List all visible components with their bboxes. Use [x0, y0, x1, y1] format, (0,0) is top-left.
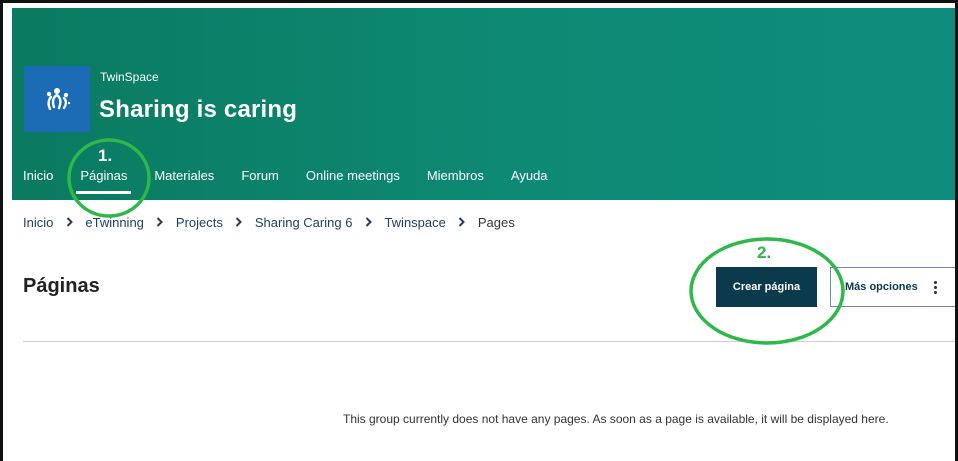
breadcrumb-item-pages: Pages — [477, 215, 515, 230]
breadcrumb-item-twinspace[interactable]: Twinspace — [384, 215, 445, 230]
nav-item-materiales[interactable]: Materiales — [154, 168, 214, 194]
nav-item-inicio[interactable]: Inicio — [23, 168, 53, 194]
nav-item-ayuda[interactable]: Ayuda — [511, 168, 548, 194]
site-label: TwinSpace — [100, 70, 159, 84]
chevron-right-icon — [363, 215, 373, 230]
annotation-label-2: 2. — [757, 243, 772, 262]
chevron-right-icon — [155, 215, 165, 230]
chevron-right-icon — [457, 215, 467, 230]
nav-item-forum[interactable]: Forum — [241, 168, 279, 194]
nav-item-miembros[interactable]: Miembros — [427, 168, 484, 194]
page-title: Páginas — [23, 275, 100, 297]
empty-state-message: This group currently does not have any p… — [343, 412, 889, 426]
breadcrumb-item-sharing-caring[interactable]: Sharing Caring 6 — [255, 215, 353, 230]
chevron-right-icon — [64, 215, 74, 230]
kebab-menu-icon — [933, 280, 937, 294]
breadcrumb-item-etwinning[interactable]: eTwinning — [85, 215, 144, 230]
browser-frame: TwinSpace Sharing is caring Inicio Págin… — [0, 0, 958, 461]
site-title[interactable]: Sharing is caring — [99, 96, 297, 124]
site-header: TwinSpace Sharing is caring Inicio Págin… — [12, 8, 955, 200]
main-nav: Inicio Páginas Materiales Forum Online m… — [23, 168, 575, 200]
create-page-button[interactable]: Crear página — [716, 267, 817, 307]
breadcrumb: Inicio eTwinning Projects Sharing Caring… — [23, 215, 515, 230]
more-options-label: Más opciones — [845, 281, 918, 293]
nav-item-online-meetings[interactable]: Online meetings — [306, 168, 400, 194]
nav-item-paginas[interactable]: Páginas — [76, 168, 132, 194]
twinspace-logo-icon — [46, 88, 71, 111]
more-options-button[interactable]: Más opciones — [830, 267, 955, 307]
breadcrumb-item-projects[interactable]: Projects — [176, 215, 223, 230]
content-divider — [23, 341, 955, 342]
twinspace-logo[interactable] — [24, 66, 90, 132]
chevron-right-icon — [234, 215, 244, 230]
breadcrumb-item-inicio[interactable]: Inicio — [23, 215, 53, 230]
